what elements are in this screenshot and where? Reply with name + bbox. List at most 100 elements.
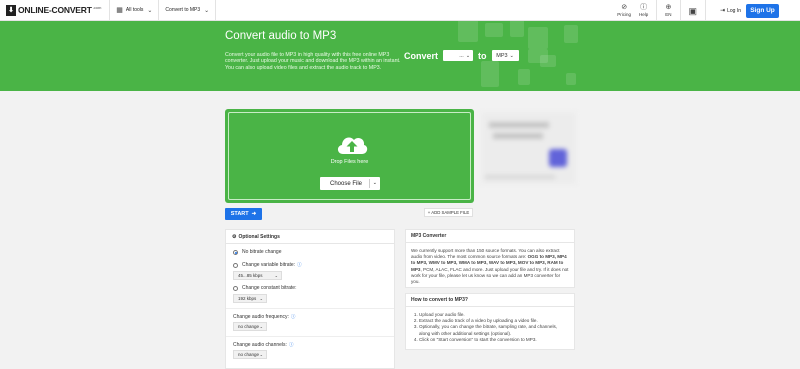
document-icon (510, 21, 524, 37)
constant-bitrate-label: Change constant bitrate: (242, 285, 297, 291)
target-format-select[interactable]: MP3 ⌄ (491, 50, 519, 61)
convert-to-label: Convert to MP3 (165, 7, 201, 13)
no-bitrate-label: No bitrate change (242, 249, 282, 255)
start-button[interactable]: START ➜ (225, 208, 262, 220)
convert-label: Convert (404, 50, 439, 61)
upload-dropzone[interactable]: Drop Files here Choose File ⌄ (225, 109, 474, 203)
variable-bitrate-select[interactable]: 45...85 kbps ⌄ (233, 271, 282, 280)
chart-icon (481, 61, 499, 87)
image-icon (528, 27, 548, 49)
help-icon: ⓘ (640, 4, 648, 11)
pricing-link[interactable]: ⊘ Pricing (617, 4, 631, 17)
add-sample-file-button[interactable]: + ADD SAMPLE FILE (424, 208, 473, 217)
nav-divider (679, 0, 681, 21)
howto-steps: Upload your audio file. Extract the audi… (411, 312, 569, 343)
constant-bitrate-select[interactable]: 192 kbps ⌄ (233, 294, 267, 303)
variable-bitrate-label: Change variable bitrate: (242, 262, 296, 268)
choose-file-button[interactable]: Choose File ⌄ (320, 177, 380, 190)
globe-icon: ⊕ (665, 4, 672, 11)
constant-bitrate-value: 192 kbps (238, 296, 257, 301)
drop-files-text: Drop Files here (330, 159, 369, 165)
language-selector[interactable]: ⊕ EN (665, 4, 671, 17)
converter-info-title: MP3 Converter (406, 230, 574, 243)
optional-settings-title: Optional Settings (238, 233, 280, 240)
howto-step: Optionally, you can change the bitrate, … (419, 324, 569, 336)
all-tools-label: All tools (125, 7, 144, 13)
chevron-down-icon: ⌄ (147, 7, 153, 14)
info-icon[interactable]: ⓘ (289, 342, 294, 348)
variable-bitrate-value: 45...85 kbps (238, 273, 263, 278)
info-icon[interactable]: ⓘ (297, 262, 302, 268)
signup-button[interactable]: Sign Up (746, 3, 779, 18)
page-title: Convert audio to MP3 (225, 30, 337, 42)
converter-info-box: MP3 Converter We currently support more … (405, 229, 575, 288)
source-format-value: ... (459, 52, 464, 59)
nav-divider (705, 0, 707, 21)
document-icon (518, 69, 530, 85)
frequency-label: Change audio frequency: (233, 314, 289, 320)
nav-right: ⊘ Pricing ⓘ Help ⊕ EN ▣ ⇥ Log In Sign Up (613, 0, 800, 21)
source-format-select[interactable]: ... ⌄ (443, 50, 474, 61)
chevron-down-icon: ⌄ (259, 324, 263, 329)
chevron-down-icon: ⌄ (204, 7, 210, 14)
pricing-label: Pricing (617, 12, 632, 17)
chevron-down-icon: ⌄ (509, 52, 514, 59)
radio-unselected[interactable] (233, 285, 238, 291)
howto-box: How to convert to MP3? Upload your audio… (405, 293, 575, 350)
chevron-down-icon: ⌄ (372, 180, 377, 186)
channels-value: no change (238, 352, 260, 357)
chevron-down-icon: ⌄ (259, 352, 263, 357)
logo-suffix: .com (92, 5, 102, 11)
login-link[interactable]: ⇥ Log In (720, 7, 741, 15)
tag-icon: ⊘ (621, 4, 628, 11)
top-navbar: ⬇ ONLINE-CONVERT.com ▦ All tools ⌄ Conve… (0, 0, 800, 21)
choose-file-label: Choose File (330, 180, 363, 187)
to-label: to (478, 50, 487, 61)
page-description: Convert your audio file to MP3 in high q… (225, 52, 401, 71)
grid-icon: ▦ (116, 7, 123, 14)
all-tools-menu[interactable]: ▦ All tools ⌄ (110, 0, 158, 21)
nav-divider (656, 0, 658, 21)
optional-settings-header[interactable]: ⚙ Optional Settings (226, 230, 394, 244)
constant-bitrate-option[interactable]: Change constant bitrate: (233, 285, 296, 291)
howto-title: How to convert to MP3? (406, 294, 574, 307)
cloud-upload-icon (337, 137, 368, 154)
target-format-value: MP3 (496, 52, 508, 59)
history-icon: ▣ (688, 5, 698, 16)
convert-to-menu[interactable]: Convert to MP3 ⌄ (159, 0, 215, 21)
chevron-down-icon: ⌄ (259, 296, 263, 301)
document-icon (540, 55, 556, 67)
history-link[interactable]: ▣ (689, 6, 698, 16)
plus-icon: + (427, 210, 431, 215)
radio-unselected[interactable] (233, 262, 238, 268)
language-label: EN (665, 12, 672, 17)
frequency-label-row: Change audio frequency: ⓘ (233, 314, 295, 320)
advertisement[interactable] (481, 112, 576, 184)
variable-bitrate-option[interactable]: Change variable bitrate: ⓘ (233, 262, 302, 268)
logo-text: ONLINE-CONVERT (18, 5, 92, 15)
add-sample-label: ADD SAMPLE FILE (431, 210, 470, 215)
frequency-value: no change (238, 324, 260, 329)
hero-banner: Convert audio to MP3 Convert your audio … (0, 21, 800, 91)
frequency-select[interactable]: no change ⌄ (233, 322, 267, 331)
info-icon[interactable]: ⓘ (291, 314, 296, 320)
chevron-down-icon: ⌄ (465, 52, 471, 59)
channels-label: Change audio channels: (233, 342, 287, 348)
no-bitrate-option[interactable]: No bitrate change (233, 249, 281, 255)
channels-label-row: Change audio channels: ⓘ (233, 342, 293, 348)
howto-step: Click on "Start conversion" to start the… (419, 337, 569, 343)
login-label: Log In (727, 7, 741, 14)
radio-selected[interactable] (233, 249, 238, 255)
chart-file-icon (564, 25, 578, 43)
nav-divider (215, 0, 217, 21)
logo-icon: ⬇ (6, 4, 16, 16)
site-logo[interactable]: ⬇ ONLINE-CONVERT.com (6, 0, 101, 21)
optional-settings-panel: ⚙ Optional Settings No bitrate change Ch… (225, 229, 395, 369)
help-label: Help (639, 12, 649, 17)
gear-icon: ⚙ (232, 233, 237, 240)
document-icon (458, 21, 478, 42)
channels-select[interactable]: no change ⌄ (233, 350, 267, 359)
converter-info-text: We currently support more than 150 sourc… (411, 248, 569, 285)
help-link[interactable]: ⓘ Help (639, 4, 648, 17)
format-selector-row: Convert ... ⌄ to MP3 ⌄ (404, 50, 519, 61)
